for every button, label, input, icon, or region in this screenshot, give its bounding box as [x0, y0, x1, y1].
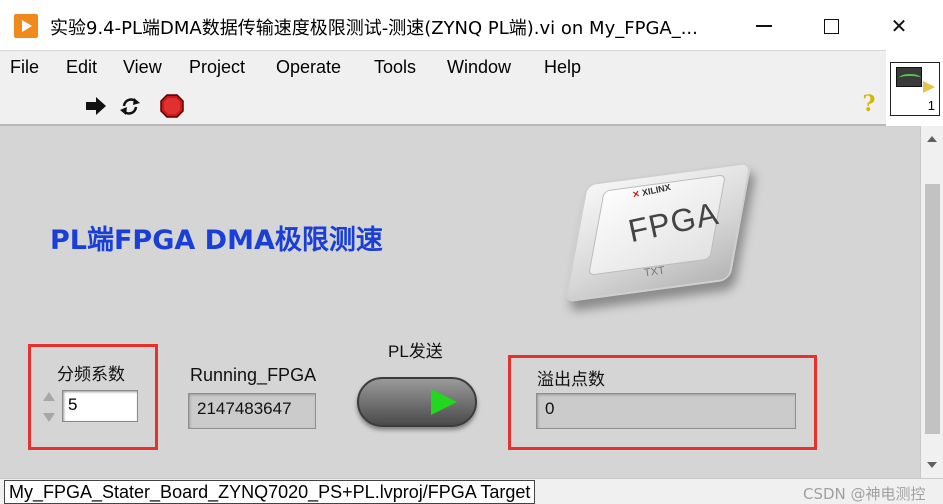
window-title: 实验9.4-PL端DMA数据传输速度极限测试-测速(ZYNQ PL端).vi o…: [50, 18, 698, 39]
project-path[interactable]: My_FPGA_Stater_Board_ZYNQ7020_PS+PL.lvpr…: [4, 480, 536, 504]
maximize-icon: [823, 18, 839, 34]
menu-edit[interactable]: Edit: [66, 57, 97, 78]
scroll-up-icon[interactable]: [927, 136, 937, 142]
menu-help[interactable]: Help: [544, 57, 581, 78]
menu-window[interactable]: Window: [447, 57, 511, 78]
menu-project[interactable]: Project: [189, 57, 245, 78]
divider-label: 分频系数: [57, 365, 125, 385]
menu-operate[interactable]: Operate: [276, 57, 341, 78]
scroll-down-icon[interactable]: [927, 462, 937, 468]
pl-send-label: PL发送: [388, 342, 443, 361]
run-arrow-icon: [86, 97, 106, 115]
maximize-button[interactable]: [808, 8, 854, 44]
labview-vi-icon: [14, 14, 38, 38]
run-continuously-button[interactable]: [118, 94, 142, 118]
running-fpga-label: Running_FPGA: [190, 365, 317, 385]
toolbar: ?: [0, 84, 886, 126]
minimize-button[interactable]: [741, 8, 787, 44]
menu-tools[interactable]: Tools: [374, 57, 416, 78]
watermark: CSDN @神电测控: [803, 485, 926, 503]
increment-icon[interactable]: [43, 392, 55, 401]
minimize-icon: [756, 25, 772, 27]
overflow-count-label: 溢出点数: [537, 370, 605, 390]
menu-bar: File Edit View Project Operate Tools Win…: [0, 50, 886, 84]
context-help-button[interactable]: ?: [857, 91, 881, 117]
play-arrow-icon: [431, 389, 457, 415]
vi-connector-icon[interactable]: 1: [890, 62, 940, 116]
run-continuously-icon: [120, 98, 140, 115]
close-icon: ✕: [890, 14, 908, 38]
title-bar: 实验9.4-PL端DMA数据传输速度极限测试-测速(ZYNQ PL端).vi o…: [0, 0, 943, 50]
menu-view[interactable]: View: [123, 57, 162, 78]
waveform-icon: [896, 67, 922, 87]
status-bar: My_FPGA_Stater_Board_ZYNQ7020_PS+PL.lvpr…: [0, 478, 943, 504]
run-button[interactable]: [84, 94, 108, 118]
abort-button[interactable]: [160, 94, 184, 118]
divider-input[interactable]: 5: [62, 390, 138, 422]
decrement-icon[interactable]: [43, 413, 55, 422]
play-indicator-icon: [923, 81, 935, 93]
abort-execution-icon: [160, 94, 184, 118]
panel-heading: PL端FPGA DMA极限测速: [50, 225, 383, 256]
menu-file[interactable]: File: [10, 57, 39, 78]
running-fpga-indicator: 2147483647: [188, 393, 316, 429]
connector-number: 1: [927, 98, 935, 113]
pl-send-button[interactable]: [357, 377, 477, 427]
fpga-chip-image: XILINX FPGA TXT: [550, 158, 765, 336]
divider-stepper[interactable]: [40, 389, 60, 429]
vertical-scrollbar[interactable]: [920, 126, 943, 478]
scroll-thumb[interactable]: [925, 184, 940, 434]
close-button[interactable]: ✕: [876, 8, 922, 44]
overflow-count-indicator: 0: [536, 393, 796, 429]
